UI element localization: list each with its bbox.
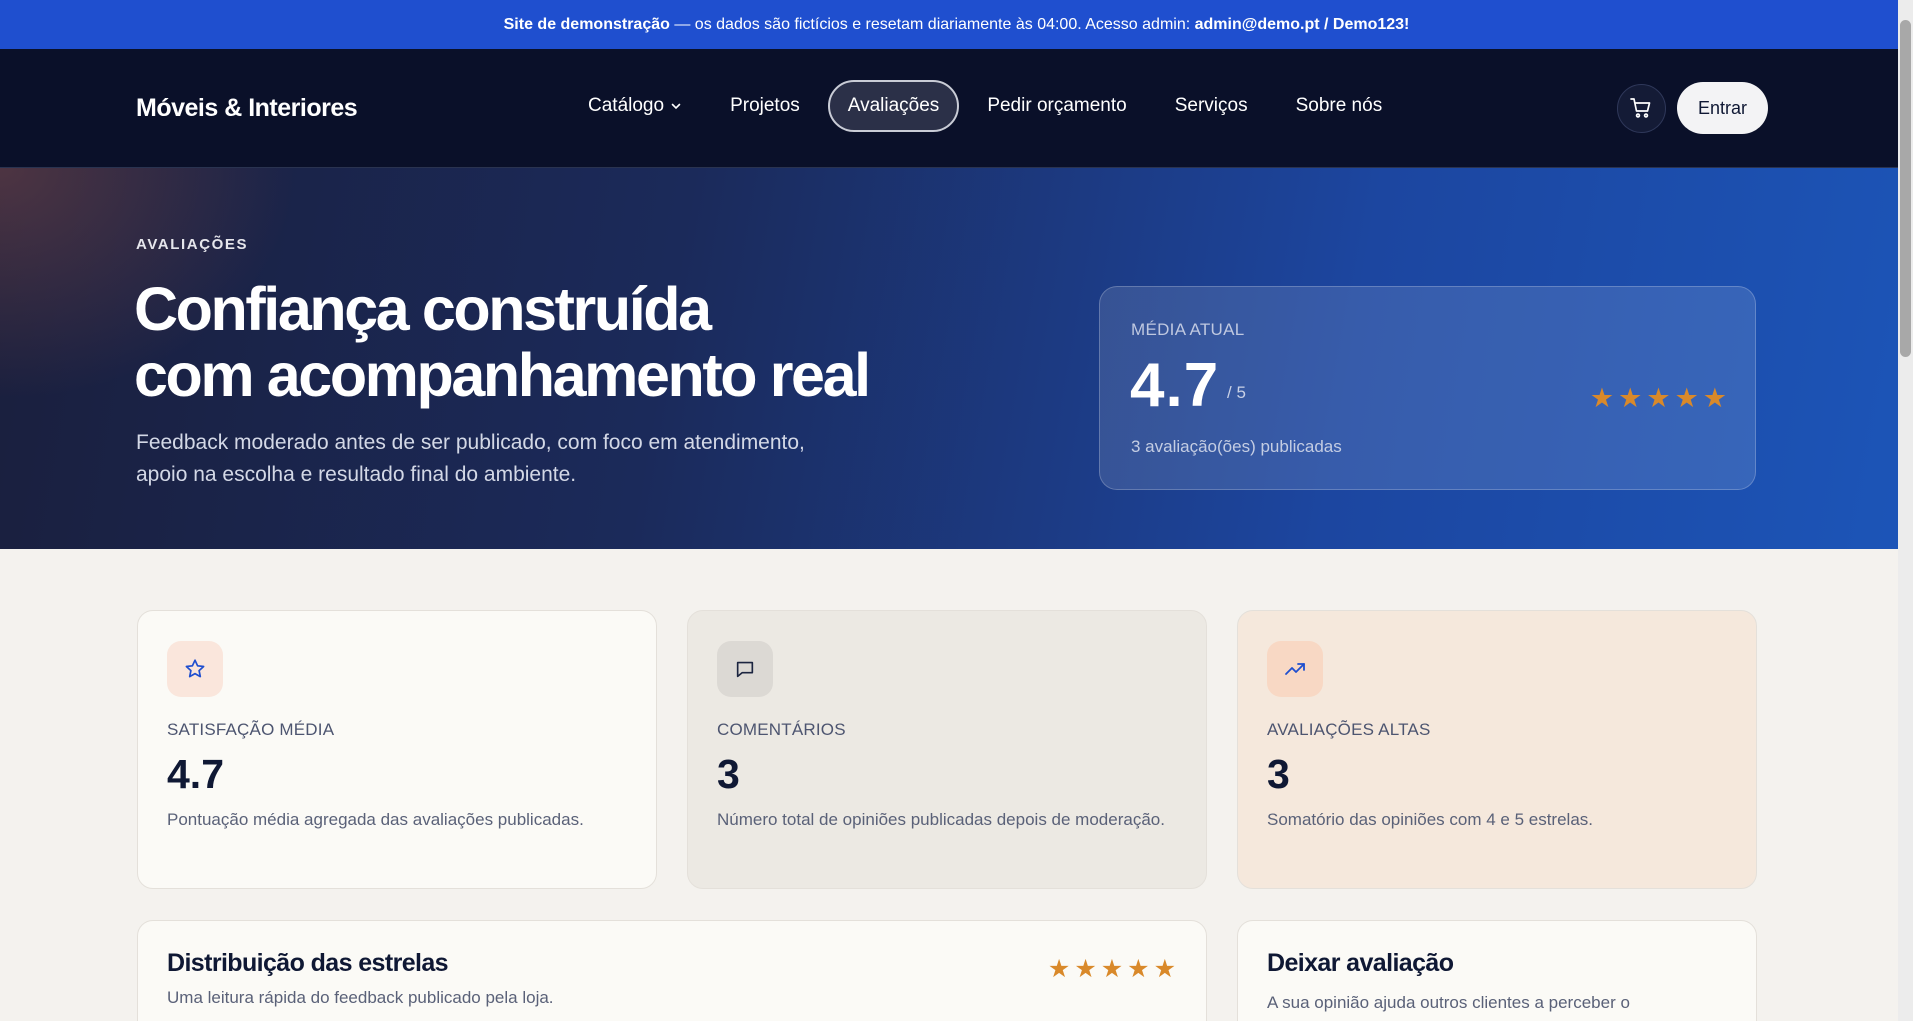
nav-item-label: Avaliações (847, 95, 940, 116)
nav-item-label: Catálogo (588, 95, 665, 116)
demo-banner: Site de demonstração — os dados são fict… (0, 0, 1913, 49)
nav-item-projetos[interactable]: Projetos (710, 80, 820, 132)
nav-item-catalogo[interactable]: Catálogo (568, 80, 702, 132)
nav-item-label: Pedir orçamento (987, 95, 1127, 116)
stat-icon-box (717, 641, 773, 697)
stat-label: AVALIAÇÕES ALTAS (1267, 720, 1431, 739)
page-scrollbar[interactable] (1898, 0, 1913, 1021)
star-distribution-title: Distribuição das estrelas (167, 949, 449, 977)
trending-up-icon (1285, 663, 1305, 675)
star-icon: ★ (1100, 955, 1124, 983)
stat-icon-box (1267, 641, 1323, 697)
nav-item-sobre-nos[interactable]: Sobre nós (1276, 80, 1403, 132)
comment-icon (736, 661, 754, 678)
nav-item-label: Projetos (730, 95, 800, 116)
average-rating-label: MÉDIA ATUAL (1131, 320, 1245, 339)
stat-card-comments: COMENTÁRIOS 3 Número total de opiniões p… (687, 610, 1207, 889)
leave-review-card: Deixar avaliação A sua opinião ajuda out… (1237, 920, 1757, 1021)
nav-item-avaliacoes[interactable]: Avaliações (827, 80, 960, 132)
demo-banner-credentials: admin@demo.pt / Demo123! (1194, 15, 1410, 33)
stat-label: COMENTÁRIOS (717, 720, 846, 739)
average-rating-card: MÉDIA ATUAL 4.7 / 5 3 avaliação(ões) pub… (1099, 286, 1756, 490)
star-icon: ★ (1074, 955, 1097, 983)
star-icon: ★ (1153, 955, 1176, 983)
star-icon: ★ (1646, 383, 1671, 413)
leave-review-title: Deixar avaliação (1267, 949, 1454, 977)
star-icon: ★ (1589, 383, 1615, 413)
cart-icon (1630, 98, 1651, 118)
average-rating-scale: / 5 (1227, 383, 1246, 402)
star-distribution-subtitle: Uma leitura rápida do feedback publicado… (167, 988, 554, 1007)
chevron-down-icon (671, 103, 681, 110)
bottom-row: Distribuição das estrelas Uma leitura rá… (137, 920, 1757, 1021)
hero-section: AVALIAÇÕES Confiança construída com acom… (0, 168, 1913, 549)
hero-subtitle-line-1: Feedback moderado antes de ser publicado… (136, 431, 805, 454)
review-count: 3 avaliação(ões) publicadas (1131, 437, 1342, 456)
stat-description: Número total de opiniões publicadas depo… (717, 810, 1165, 829)
cart-button[interactable] (1616, 83, 1666, 133)
brand-logo[interactable]: Móveis & Interiores (136, 94, 436, 123)
average-rating-value: 4.7 (1130, 351, 1220, 420)
site-header: Móveis & Interiores Catálogo Projetos Av… (0, 49, 1913, 168)
demo-banner-text: — os dados são fictícios e resetam diari… (669, 15, 1195, 33)
nav-item-label: Sobre nós (1295, 95, 1383, 116)
nav-item-label: Serviços (1174, 95, 1248, 116)
main-nav: Catálogo Projetos Avaliações Pedir orçam… (568, 80, 1402, 132)
stats-row: SATISFAÇÃO MÉDIA 4.7 Pontuação média agr… (137, 610, 1757, 889)
rating-stars: ★ ★ ★ ★ ★ (1590, 385, 1727, 412)
nav-item-pedir-orcamento[interactable]: Pedir orçamento (967, 80, 1146, 132)
stat-value: 3 (717, 751, 740, 797)
stat-card-satisfaction: SATISFAÇÃO MÉDIA 4.7 Pontuação média agr… (137, 610, 657, 889)
login-button[interactable]: Entrar (1676, 82, 1768, 134)
stat-icon-box (167, 641, 223, 697)
leave-review-subtitle: A sua opinião ajuda outros clientes a pe… (1267, 993, 1630, 1012)
star-icon: ★ (1702, 383, 1727, 413)
star-icon: ★ (1127, 955, 1150, 983)
star-icon: ★ (1674, 383, 1699, 413)
hero-subtitle-line-2: apoio na escolha e resultado final do am… (136, 463, 577, 486)
hero-subtitle: Feedback moderado antes de ser publicado… (136, 427, 856, 491)
hero-eyebrow: AVALIAÇÕES (136, 236, 249, 253)
nav-item-servicos[interactable]: Serviços (1155, 80, 1268, 132)
stat-description: Somatório das opiniões com 4 e 5 estrela… (1267, 810, 1594, 829)
page-title-line-2: com acompanhamento real (134, 341, 871, 409)
star-icon: ★ (1047, 955, 1071, 983)
stat-description: Pontuação média agregada das avaliações … (167, 810, 584, 829)
stat-value: 3 (1267, 751, 1290, 797)
star-icon: ★ (1618, 383, 1643, 413)
stat-card-high-ratings: AVALIAÇÕES ALTAS 3 Somatório das opiniõe… (1237, 610, 1757, 889)
header-actions: Entrar (1616, 82, 1768, 134)
scrollbar-thumb[interactable] (1900, 20, 1911, 357)
star-distribution-card: Distribuição das estrelas Uma leitura rá… (137, 920, 1207, 1021)
page-title-line-1: Confiança construída (134, 275, 712, 343)
stat-label: SATISFAÇÃO MÉDIA (167, 720, 335, 739)
demo-banner-lead: Site de demonstração (503, 15, 670, 33)
rating-stars: ★ ★ ★ ★ ★ (1048, 957, 1176, 982)
star-icon (185, 659, 205, 678)
stat-value: 4.7 (167, 751, 224, 797)
page-title: Confiança construída com acompanhamento … (134, 276, 934, 408)
